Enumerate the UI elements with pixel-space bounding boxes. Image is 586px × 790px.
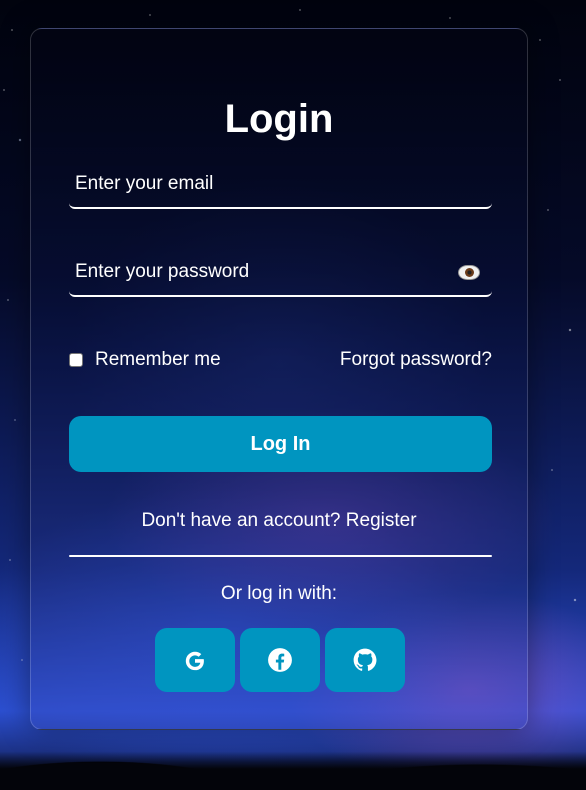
divider	[69, 555, 492, 557]
email-field[interactable]: Enter your email	[69, 163, 492, 209]
facebook-login-button[interactable]	[240, 628, 320, 692]
login-button[interactable]: Log In	[69, 416, 492, 472]
github-icon	[353, 648, 377, 671]
register-link[interactable]: Don't have an account? Register	[31, 510, 527, 532]
social-login-label: Or log in with:	[220, 583, 338, 604]
github-login-button[interactable]	[325, 628, 405, 692]
google-icon	[185, 651, 205, 671]
password-field[interactable]: Enter your password	[69, 251, 492, 297]
eye-icon[interactable]	[458, 265, 480, 280]
social-login-buttons	[155, 628, 405, 692]
email-placeholder: Enter your email	[75, 173, 214, 194]
google-login-button[interactable]	[155, 628, 235, 692]
remember-label[interactable]: Remember me	[95, 349, 221, 371]
form-options: Remember me Forgot password?	[69, 349, 492, 373]
ground-silhouette	[0, 720, 586, 790]
forgot-password-link[interactable]: Forgot password?	[340, 349, 492, 371]
facebook-icon	[268, 648, 292, 672]
remember-checkbox[interactable]	[69, 353, 83, 367]
login-card: Login Enter your email Enter your passwo…	[30, 28, 528, 730]
password-placeholder: Enter your password	[75, 261, 250, 282]
page-title: Login	[224, 97, 334, 141]
